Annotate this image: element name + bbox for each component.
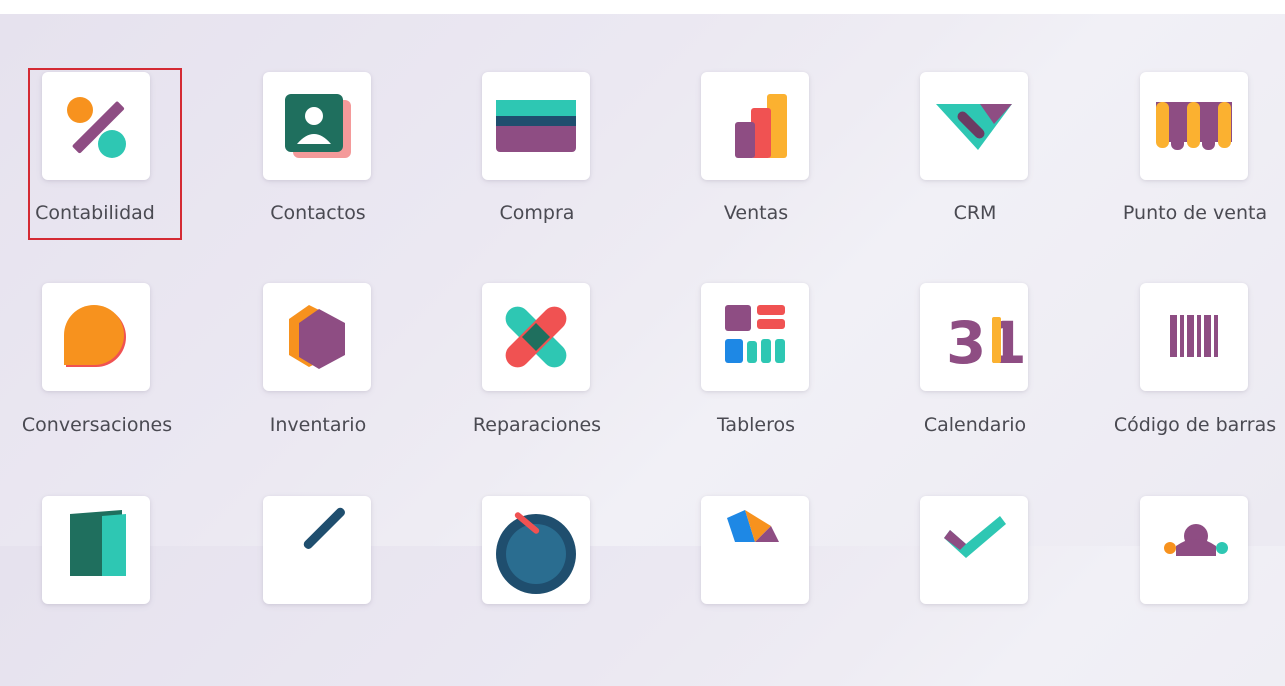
app-tile-row3-1[interactable] — [0, 496, 207, 686]
contacts-icon — [263, 72, 371, 180]
selection-highlight — [28, 68, 182, 240]
app-inventario[interactable]: Inventario — [208, 283, 428, 473]
app-punto-de-venta[interactable]: Punto de venta — [1085, 72, 1285, 262]
sales-icon — [701, 72, 809, 180]
app-conversaciones[interactable]: Conversaciones — [0, 283, 207, 473]
app-label: Contactos — [270, 202, 366, 224]
spreadsheet-icon — [701, 496, 809, 604]
app-tile-row3-2[interactable] — [208, 496, 428, 686]
app-grid: Contabilidad Contactos Compra Ventas CRM… — [0, 0, 1285, 604]
app-label: Punto de venta — [1122, 202, 1268, 224]
point-of-sale-icon — [1140, 72, 1248, 180]
app-label: CRM — [953, 202, 997, 224]
purchase-icon — [482, 72, 590, 180]
gauge-icon — [482, 496, 590, 604]
app-label: Código de barras — [1113, 414, 1277, 436]
app-contactos[interactable]: Contactos — [208, 72, 428, 262]
app-crm[interactable]: CRM — [865, 72, 1085, 262]
approvals-icon — [263, 496, 371, 604]
discuss-icon — [42, 283, 150, 391]
calendar-day-number: 31 — [946, 309, 1027, 377]
app-tableros[interactable]: Tableros — [646, 283, 866, 473]
project-icon — [920, 496, 1028, 604]
app-compra[interactable]: Compra — [427, 72, 647, 262]
app-label: Compra — [499, 202, 575, 224]
dashboards-icon — [701, 283, 809, 391]
repairs-icon — [482, 283, 590, 391]
inventory-icon — [263, 283, 371, 391]
app-label: Inventario — [269, 414, 367, 436]
app-label: Calendario — [923, 414, 1027, 436]
app-tile-row3-6[interactable] — [1085, 496, 1285, 686]
app-codigo-de-barras[interactable]: Código de barras — [1085, 283, 1285, 473]
barcode-icon — [1140, 283, 1248, 391]
app-label: Tableros — [716, 414, 796, 436]
employees-icon — [1140, 496, 1248, 604]
app-tile-row3-5[interactable] — [865, 496, 1085, 686]
calendar-icon: 31 — [920, 283, 1028, 391]
app-label: Conversaciones — [21, 414, 173, 436]
app-tile-row3-3[interactable] — [427, 496, 647, 686]
documents-icon — [42, 496, 150, 604]
app-label: Reparaciones — [472, 414, 602, 436]
app-ventas[interactable]: Ventas — [646, 72, 866, 262]
app-tile-row3-4[interactable] — [646, 496, 866, 686]
crm-icon — [920, 72, 1028, 180]
app-label: Ventas — [723, 202, 789, 224]
app-calendario[interactable]: 31 Calendario — [865, 283, 1085, 473]
app-reparaciones[interactable]: Reparaciones — [427, 283, 647, 473]
